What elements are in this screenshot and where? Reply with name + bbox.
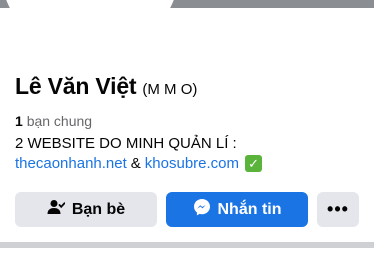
more-options-button[interactable]: ••• <box>317 192 359 227</box>
avatar[interactable] <box>2 0 186 1</box>
mutual-friends-count: 1 <box>15 113 23 129</box>
message-button-label: Nhắn tin <box>217 200 282 218</box>
bio-link-thecaonhanh[interactable]: thecaonhanh.net <box>15 155 127 172</box>
person-check-icon <box>47 199 66 220</box>
mutual-friends-label: bạn chung <box>26 113 93 129</box>
next-section <box>0 248 374 257</box>
messenger-icon <box>193 198 211 221</box>
bio-line-1: 2 WEBSITE DO MINH QUẢN LÍ : <box>15 135 237 152</box>
message-button[interactable]: Nhắn tin <box>166 192 308 227</box>
green-check-icon: ✓ <box>245 155 263 172</box>
bio-link-khosubre[interactable]: khosubre.com <box>145 155 239 172</box>
bio-line-2: thecaonhanh.net & khosubre.com ✓ <box>15 155 263 172</box>
friends-button-label: Bạn bè <box>71 200 126 218</box>
profile-alternate-name: (M M O) <box>142 81 198 98</box>
mutual-friends[interactable]: 1 bạn chung <box>15 113 92 129</box>
profile-name: Lê Văn Việt <box>15 73 137 99</box>
bio-separator: & <box>130 155 141 172</box>
avatar-frame <box>0 0 186 57</box>
more-options-label: ••• <box>327 199 349 219</box>
friends-button[interactable]: Bạn bè <box>15 192 157 227</box>
profile-name-row: Lê Văn Việt (M M O) <box>15 73 197 100</box>
